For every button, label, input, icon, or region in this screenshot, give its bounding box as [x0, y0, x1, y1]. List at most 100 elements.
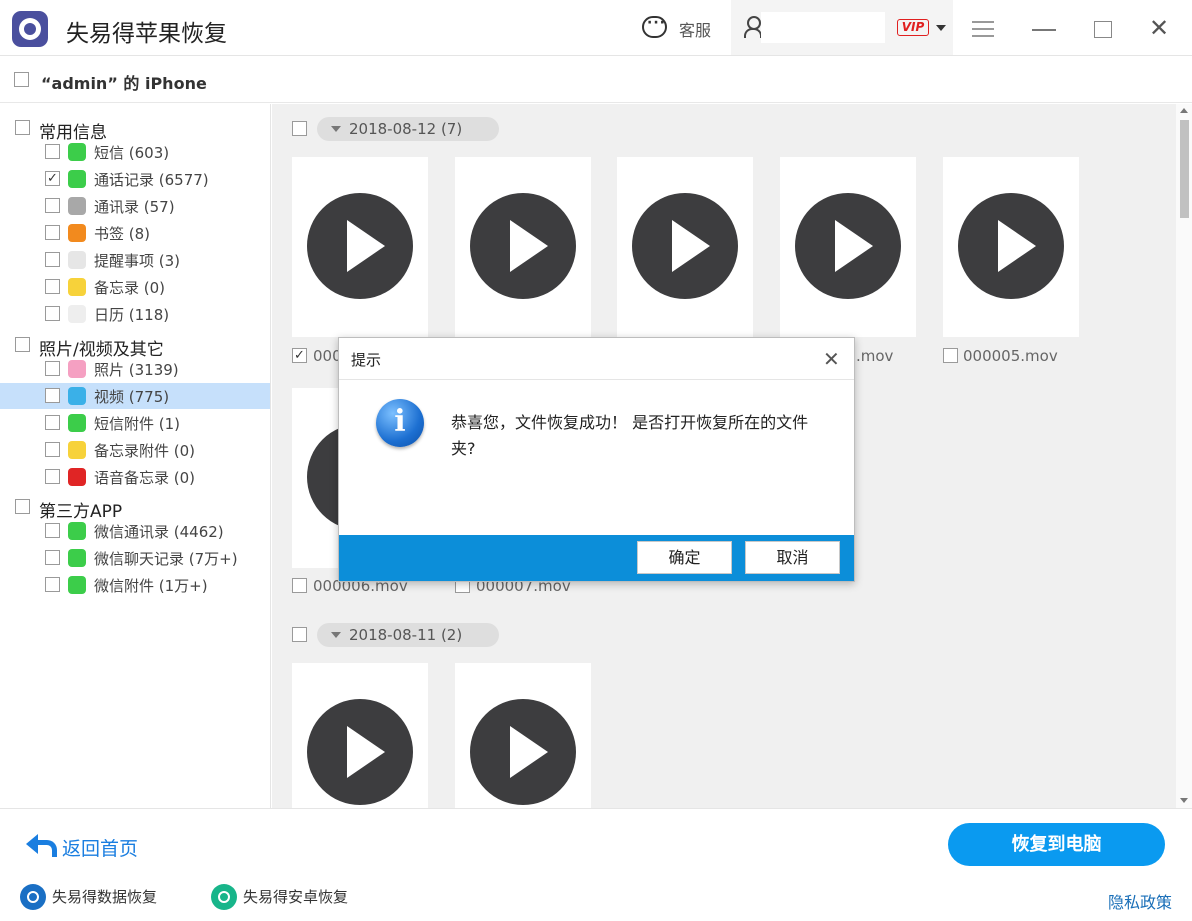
- scroll-down-icon[interactable]: [1180, 798, 1188, 803]
- photos-icon: [68, 360, 86, 378]
- sidebar-item[interactable]: 微信附件 (1万+): [0, 572, 270, 598]
- sidebar-item[interactable]: 照片 (3139): [0, 356, 270, 382]
- category-checkbox[interactable]: [15, 499, 30, 514]
- item-checkbox[interactable]: [45, 577, 60, 592]
- item-checkbox[interactable]: [45, 279, 60, 294]
- sidebar-item[interactable]: 日历 (118): [0, 301, 270, 327]
- file-checkbox[interactable]: [943, 348, 958, 363]
- vip-badge[interactable]: VIP: [897, 19, 929, 36]
- video-thumbnail[interactable]: [780, 157, 916, 337]
- data-recovery-link[interactable]: 失易得数据恢复: [52, 886, 157, 907]
- sidebar-item-label: 备忘录 (0): [94, 279, 166, 297]
- privacy-policy-link[interactable]: 隐私政策: [1108, 889, 1172, 913]
- item-checkbox[interactable]: [45, 171, 60, 186]
- customer-service-icon[interactable]: [642, 15, 667, 38]
- video-thumbnail[interactable]: [943, 157, 1079, 337]
- item-checkbox[interactable]: [45, 550, 60, 565]
- footer: 失易得数据恢复 失易得安卓恢复 隐私政策: [0, 877, 1192, 921]
- video-thumbnail[interactable]: [292, 157, 428, 337]
- device-row: “admin” 的 iPhone: [0, 56, 1192, 103]
- item-checkbox[interactable]: [45, 144, 60, 159]
- customer-service-button[interactable]: 客服: [679, 17, 711, 41]
- sidebar-category[interactable]: 照片/视频及其它: [0, 333, 271, 360]
- play-icon: [470, 699, 576, 805]
- app-title: 失易得苹果恢复: [66, 21, 227, 47]
- group-checkbox[interactable]: [292, 121, 307, 136]
- file-name: 000005.mov: [963, 347, 1058, 365]
- back-home-button[interactable]: 返回首页: [62, 834, 138, 861]
- phone-icon: [68, 170, 86, 188]
- video-icon: [68, 387, 86, 405]
- sidebar-item[interactable]: 备忘录 (0): [0, 274, 270, 300]
- sidebar-category[interactable]: 第三方APP: [0, 495, 271, 522]
- cancel-button[interactable]: 取消: [745, 541, 840, 574]
- dialog-close-icon[interactable]: ✕: [823, 347, 840, 371]
- minimize-icon[interactable]: [1032, 29, 1056, 31]
- item-checkbox[interactable]: [45, 469, 60, 484]
- menu-icon[interactable]: [972, 21, 994, 37]
- group-checkbox[interactable]: [292, 627, 307, 642]
- item-checkbox[interactable]: [45, 442, 60, 457]
- date-group-header[interactable]: 2018-08-11 (2): [317, 623, 499, 647]
- sidebar-item-label: 提醒事项 (3): [94, 252, 181, 270]
- user-icon[interactable]: [744, 16, 762, 38]
- item-checkbox[interactable]: [45, 415, 60, 430]
- item-checkbox[interactable]: [45, 306, 60, 321]
- item-checkbox[interactable]: [45, 198, 60, 213]
- video-thumbnail[interactable]: [455, 663, 591, 808]
- item-checkbox[interactable]: [45, 225, 60, 240]
- video-thumbnail[interactable]: [292, 663, 428, 808]
- chevron-down-icon[interactable]: [936, 25, 946, 31]
- video-thumbnail[interactable]: [617, 157, 753, 337]
- sidebar-item[interactable]: 备忘录附件 (0): [0, 437, 270, 463]
- sidebar-item[interactable]: 通话记录 (6577): [0, 166, 270, 192]
- scrollbar-thumb[interactable]: [1180, 120, 1189, 218]
- file-name: .mov: [856, 347, 894, 365]
- sidebar-item[interactable]: 通讯录 (57): [0, 193, 270, 219]
- sidebar-item-label: 微信通讯录 (4462): [94, 523, 224, 541]
- device-name: “admin” 的 iPhone: [41, 74, 207, 93]
- scrollbar[interactable]: [1176, 104, 1192, 808]
- category-checkbox[interactable]: [15, 337, 30, 352]
- scroll-up-icon[interactable]: [1180, 108, 1188, 113]
- item-checkbox[interactable]: [45, 523, 60, 538]
- sidebar-category[interactable]: 常用信息: [0, 116, 271, 143]
- android-recovery-link[interactable]: 失易得安卓恢复: [243, 886, 348, 907]
- sidebar-item[interactable]: 语音备忘录 (0): [0, 464, 270, 490]
- dialog-header: 提示 ✕: [339, 338, 854, 380]
- select-all-checkbox[interactable]: [14, 72, 29, 87]
- sidebar-item[interactable]: 视频 (775): [0, 383, 270, 409]
- sidebar-item[interactable]: 短信 (603): [0, 139, 270, 165]
- maximize-icon[interactable]: [1094, 21, 1112, 38]
- recover-to-pc-button[interactable]: 恢复到电脑: [948, 823, 1165, 866]
- sidebar-item[interactable]: 书签 (8): [0, 220, 270, 246]
- wechat-chat-icon: [68, 549, 86, 567]
- close-icon[interactable]: ✕: [1149, 16, 1169, 40]
- sidebar-item[interactable]: 短信附件 (1): [0, 410, 270, 436]
- item-checkbox[interactable]: [45, 361, 60, 376]
- back-arrow-icon[interactable]: [26, 834, 57, 857]
- category-checkbox[interactable]: [15, 120, 30, 135]
- file-checkbox[interactable]: [292, 578, 307, 593]
- dialog-title: 提示: [351, 351, 382, 369]
- sidebar-item[interactable]: 提醒事项 (3): [0, 247, 270, 273]
- android-recovery-logo-icon[interactable]: [211, 884, 237, 910]
- sidebar-item[interactable]: 微信聊天记录 (7万+): [0, 545, 270, 571]
- success-dialog: 提示 ✕ 恭喜您，文件恢复成功！ 是否打开恢复所在的文件夹? 确定 取消: [338, 337, 855, 582]
- item-checkbox[interactable]: [45, 252, 60, 267]
- data-recovery-logo-icon[interactable]: [20, 884, 46, 910]
- item-checkbox[interactable]: [45, 388, 60, 403]
- sidebar-item[interactable]: 微信通讯录 (4462): [0, 518, 270, 544]
- wechat-attachment-icon: [68, 576, 86, 594]
- play-icon: [470, 193, 576, 299]
- sidebar-item-label: 照片 (3139): [94, 361, 179, 379]
- file-checkbox[interactable]: [292, 348, 307, 363]
- bottom-bar: 返回首页 恢复到电脑: [0, 808, 1192, 877]
- app-window: 失易得苹果恢复 客服 VIP ✕ “admin” 的 iPhone 常用信息短信…: [0, 0, 1192, 921]
- notes-icon: [68, 278, 86, 296]
- date-group-header[interactable]: 2018-08-12 (7): [317, 117, 499, 141]
- ok-button[interactable]: 确定: [637, 541, 732, 574]
- user-name-field[interactable]: [761, 12, 885, 43]
- video-thumbnail[interactable]: [455, 157, 591, 337]
- sidebar-item-label: 书签 (8): [94, 225, 151, 243]
